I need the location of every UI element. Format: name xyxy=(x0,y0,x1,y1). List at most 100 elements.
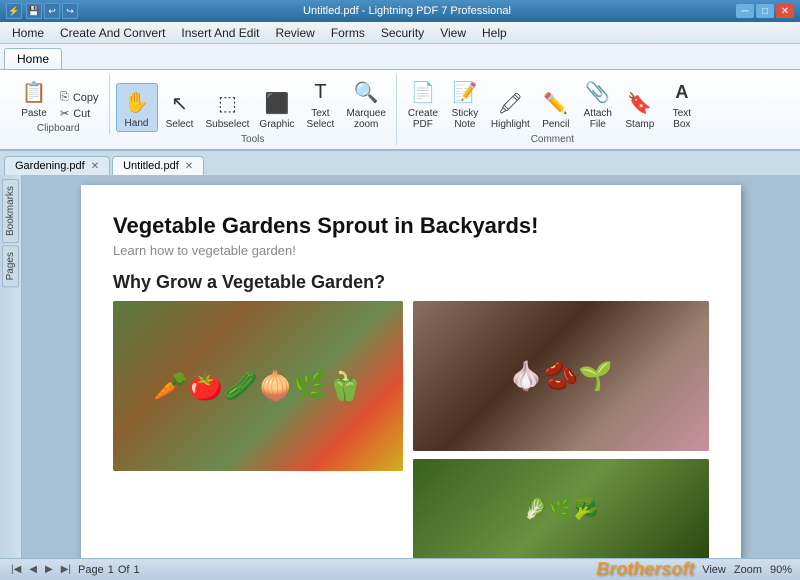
subselect-button[interactable]: ⬚ Subselect xyxy=(202,85,254,132)
page-label: Page xyxy=(78,564,104,576)
create-pdf-icon: 📄 xyxy=(407,76,439,108)
clipboard-label: Clipboard xyxy=(37,123,80,134)
stamp-icon: 🔖 xyxy=(624,87,656,119)
nav-controls: |◀ ◀ ▶ ▶| xyxy=(8,564,74,575)
pdf-image-planting xyxy=(413,301,709,451)
menu-insert-edit[interactable]: Insert And Edit xyxy=(173,24,267,42)
tab-untitled-label: Untitled.pdf xyxy=(123,160,179,172)
tab-gardening[interactable]: Gardening.pdf ✕ xyxy=(4,156,110,175)
tab-untitled[interactable]: Untitled.pdf ✕ xyxy=(112,156,204,175)
copy-button[interactable]: ⎘ Copy xyxy=(56,90,103,105)
menu-review[interactable]: Review xyxy=(267,24,322,42)
pencil-button[interactable]: ✏️ Pencil xyxy=(536,85,576,132)
redo-icon[interactable]: ↪ xyxy=(62,3,78,19)
menu-help[interactable]: Help xyxy=(474,24,515,42)
pdf-section-title: Why Grow a Vegetable Garden? xyxy=(113,272,709,293)
title-bar-left: ⚡ 💾 ↩ ↪ xyxy=(6,3,78,19)
tab-gardening-label: Gardening.pdf xyxy=(15,160,85,172)
copy-icon: ⎘ xyxy=(60,91,69,104)
create-pdf-button[interactable]: 📄 Create PDF xyxy=(403,74,443,132)
next-page-button[interactable]: ▶ xyxy=(42,564,56,575)
graphic-icon: ⬛ xyxy=(261,87,293,119)
zoom-label: Zoom xyxy=(734,564,762,576)
last-page-button[interactable]: ▶| xyxy=(58,564,74,575)
ribbon: Home 📋 Paste ⎘ Copy ✂ Cut xyxy=(0,44,800,151)
document-area: Vegetable Gardens Sprout in Backyards! L… xyxy=(22,175,800,558)
text-box-button[interactable]: A Text Box xyxy=(662,74,702,132)
paste-icon: 📋 xyxy=(18,76,50,108)
tab-gardening-close[interactable]: ✕ xyxy=(91,161,99,172)
pdf-right-images xyxy=(413,301,709,558)
status-bar: |◀ ◀ ▶ ▶| Page 1 Of 1 Brothersoft View Z… xyxy=(0,558,800,580)
document-tabs: Gardening.pdf ✕ Untitled.pdf ✕ xyxy=(0,151,800,175)
attach-file-icon: 📎 xyxy=(582,76,614,108)
pdf-image-vegetables xyxy=(113,301,403,471)
close-button[interactable]: ✕ xyxy=(776,4,794,18)
ribbon-tab-home[interactable]: Home xyxy=(4,48,62,69)
main-area: Bookmarks Pages Vegetable Gardens Sprout… xyxy=(0,175,800,558)
menu-view[interactable]: View xyxy=(432,24,474,42)
tab-untitled-close[interactable]: ✕ xyxy=(185,161,193,172)
tools-label: Tools xyxy=(241,134,264,145)
sticky-note-icon: 📝 xyxy=(449,76,481,108)
ribbon-group-tools: ✋ Hand ↖ Select ⬚ Subselect ⬛ Graphic T xyxy=(110,74,397,145)
graphic-button[interactable]: ⬛ Graphic xyxy=(255,85,298,132)
pdf-page: Vegetable Gardens Sprout in Backyards! L… xyxy=(81,185,741,558)
clipboard-small-group: ⎘ Copy ✂ Cut xyxy=(56,90,103,121)
hand-button[interactable]: ✋ Hand xyxy=(116,83,158,132)
pdf-image-garden-bottom xyxy=(413,459,709,558)
select-icon: ↖ xyxy=(164,87,196,119)
watermark: Brothersoft xyxy=(596,559,694,580)
cut-icon: ✂ xyxy=(60,107,69,120)
highlight-icon: 🖍 xyxy=(494,87,526,119)
subselect-icon: ⬚ xyxy=(211,87,243,119)
cut-button[interactable]: ✂ Cut xyxy=(56,106,103,121)
view-label: View xyxy=(702,564,726,576)
ribbon-content: 📋 Paste ⎘ Copy ✂ Cut Clipboard xyxy=(0,69,800,149)
prev-page-button[interactable]: ◀ xyxy=(26,564,40,575)
of-label: Of xyxy=(118,564,130,576)
marquee-zoom-icon: 🔍 xyxy=(350,76,382,108)
menu-bar: Home Create And Convert Insert And Edit … xyxy=(0,22,800,44)
pdf-title: Vegetable Gardens Sprout in Backyards! xyxy=(113,213,709,239)
ribbon-group-clipboard: 📋 Paste ⎘ Copy ✂ Cut Clipboard xyxy=(8,74,110,134)
app-icon: ⚡ xyxy=(6,3,22,19)
text-box-icon: A xyxy=(666,76,698,108)
undo-icon[interactable]: ↩ xyxy=(44,3,60,19)
menu-home[interactable]: Home xyxy=(4,24,52,42)
pencil-icon: ✏️ xyxy=(540,87,572,119)
watermark-highlight: oth xyxy=(616,559,644,579)
sidebar: Bookmarks Pages xyxy=(0,175,22,558)
maximize-button[interactable]: □ xyxy=(756,4,774,18)
marquee-zoom-button[interactable]: 🔍 Marquee zoom xyxy=(342,74,389,132)
attach-file-button[interactable]: 📎 Attach File xyxy=(578,74,618,132)
quick-access-toolbar: 💾 ↩ ↪ xyxy=(26,3,78,19)
status-right: Brothersoft View Zoom 90% xyxy=(596,559,792,580)
sidebar-pages[interactable]: Pages xyxy=(2,245,19,287)
first-page-button[interactable]: |◀ xyxy=(8,564,24,575)
sticky-note-button[interactable]: 📝 Sticky Note xyxy=(445,74,485,132)
pdf-images xyxy=(113,301,709,558)
menu-forms[interactable]: Forms xyxy=(323,24,373,42)
minimize-button[interactable]: ─ xyxy=(736,4,754,18)
save-icon[interactable]: 💾 xyxy=(26,3,42,19)
menu-create-convert[interactable]: Create And Convert xyxy=(52,24,173,42)
menu-security[interactable]: Security xyxy=(373,24,432,42)
comment-label: Comment xyxy=(531,134,574,145)
pdf-subtitle: Learn how to vegetable garden! xyxy=(113,243,709,258)
total-pages: 1 xyxy=(133,564,139,576)
text-select-icon: T xyxy=(304,76,336,108)
ribbon-group-create: 📄 Create PDF 📝 Sticky Note 🖍 Highlight ✏… xyxy=(397,74,708,145)
title-bar: ⚡ 💾 ↩ ↪ Untitled.pdf - Lightning PDF 7 P… xyxy=(0,0,800,22)
watermark-text1: Br xyxy=(596,559,616,579)
select-button[interactable]: ↖ Select xyxy=(160,85,200,132)
sidebar-bookmarks[interactable]: Bookmarks xyxy=(2,179,19,243)
page-number: 1 xyxy=(108,564,114,576)
paste-button[interactable]: 📋 Paste xyxy=(14,74,54,121)
watermark-text2: ersoft xyxy=(644,559,694,579)
text-select-button[interactable]: T Text Select xyxy=(300,74,340,132)
zoom-value: 90% xyxy=(770,564,792,576)
highlight-button[interactable]: 🖍 Highlight xyxy=(487,85,534,132)
window-title: Untitled.pdf - Lightning PDF 7 Professio… xyxy=(303,5,511,17)
stamp-button[interactable]: 🔖 Stamp xyxy=(620,85,660,132)
